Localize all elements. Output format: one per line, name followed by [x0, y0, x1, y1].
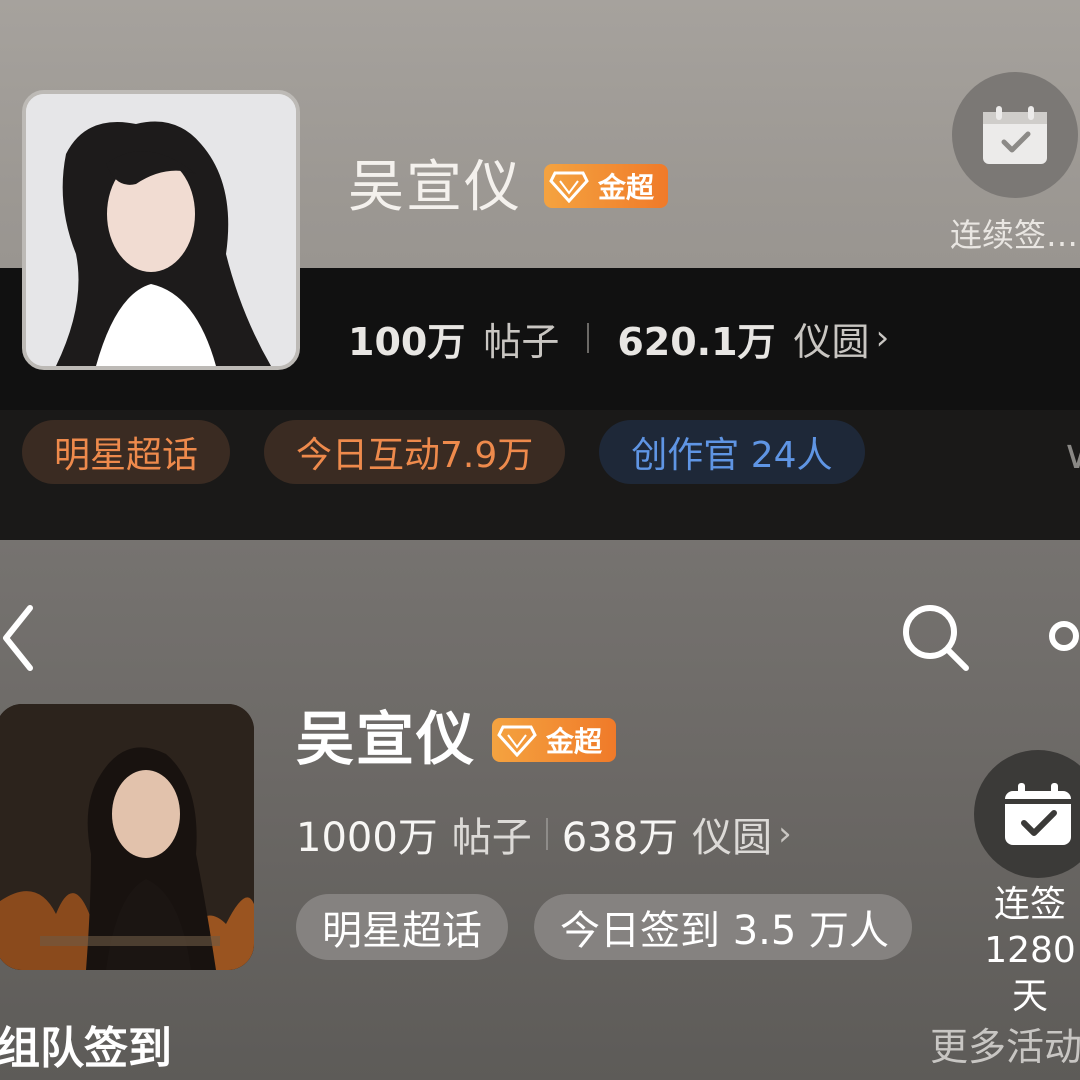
topic-chip-row: 明星超话 今日互动7.9万 创作官 24人 — [22, 420, 865, 484]
team-checkin-heading: 组队签到 — [0, 1023, 172, 1074]
calendar-check-icon — [1005, 783, 1071, 845]
stats-divider — [545, 818, 548, 850]
gem-icon — [492, 718, 542, 762]
share-icon[interactable] — [1044, 612, 1080, 666]
avatar-portrait — [26, 94, 296, 366]
badge-label: 金超 — [546, 725, 603, 758]
topic-name: 吴宣仪 — [296, 705, 477, 773]
topic-name: 吴宣仪 — [348, 155, 522, 220]
chevron-down-icon[interactable]: ∨ — [1062, 432, 1080, 478]
topic-avatar[interactable] — [0, 704, 254, 970]
checkin-button[interactable] — [974, 750, 1080, 878]
chip-today-interactions[interactable]: 今日互动7.9万 — [264, 420, 566, 484]
chip-today-checkins[interactable]: 今日签到 3.5 万人 — [534, 894, 912, 960]
avatar-poster — [0, 704, 254, 970]
topic-stats: 100万 帖子 620.1万 仪圆 › — [348, 308, 889, 368]
back-arrow-icon[interactable] — [0, 600, 40, 680]
top-supertopic-header: 吴宣仪 金超 100万 帖子 620.1万 仪圆 › 连续签… 明星超话 今日互… — [0, 0, 1080, 540]
checkin-button[interactable] — [952, 72, 1078, 198]
posts-label: 帖子 — [451, 815, 532, 861]
chevron-right-icon[interactable]: › — [876, 318, 890, 358]
posts-count: 1000万 — [296, 815, 438, 861]
chevron-right-icon[interactable]: › — [778, 814, 792, 854]
gold-super-badge[interactable]: 金超 — [492, 718, 617, 762]
topic-avatar[interactable] — [22, 90, 300, 370]
search-icon[interactable] — [898, 600, 972, 678]
chip-clip: 今日签到 3.5 万人 — [534, 894, 912, 960]
coins-label[interactable]: 仪圆 — [692, 805, 772, 863]
checkin-streak-label: 连签 — [993, 884, 1066, 925]
stats-divider — [587, 323, 590, 353]
chip-star-topic[interactable]: 明星超话 — [296, 894, 508, 960]
chip-star-topic[interactable]: 明星超话 — [22, 420, 231, 484]
posts-label: 帖子 — [483, 319, 560, 364]
topic-stats: 1000万 帖子 638万 仪圆 › — [296, 804, 792, 864]
checkin-streak-days: 1280天 — [984, 930, 1076, 1017]
posts-count: 100万 — [348, 319, 466, 364]
coins-count[interactable]: 638万 — [562, 805, 678, 863]
coins-count[interactable]: 620.1万 — [617, 311, 775, 366]
gold-super-badge[interactable]: 金超 — [544, 164, 669, 208]
coins-label[interactable]: 仪圆 — [794, 311, 870, 366]
gem-icon — [544, 164, 594, 208]
checkin-label[interactable]: 连续签… — [950, 210, 1078, 256]
topic-chip-row: 明星超话 今日签到 3.5 万人 — [296, 894, 912, 960]
more-activities-link[interactable]: 更多活动 — [930, 1016, 1080, 1071]
checkin-streak[interactable]: 连签 1280天 — [980, 882, 1080, 1020]
bottom-supertopic-header: 吴宣仪 金超 1000万 帖子 638万 仪圆 › 明星超话 今日签到 3.5 … — [0, 540, 1080, 1080]
badge-label: 金超 — [598, 171, 655, 204]
chip-creators[interactable]: 创作官 24人 — [599, 420, 865, 484]
calendar-check-icon — [983, 106, 1047, 164]
